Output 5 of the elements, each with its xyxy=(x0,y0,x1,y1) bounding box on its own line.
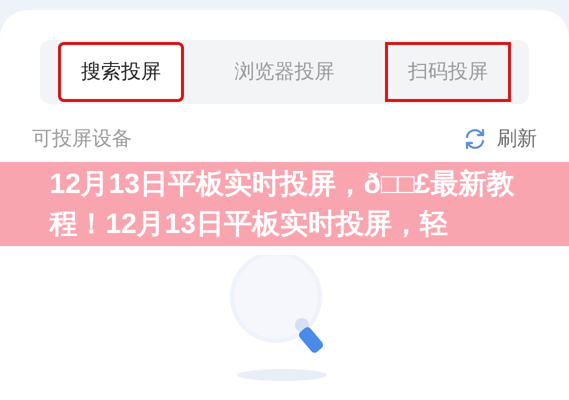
banner-title: 12月13日平板实时投屏，ð□□£最新教程！12月13日平板实时投屏，轻 xyxy=(50,167,516,241)
refresh-icon xyxy=(463,127,487,151)
tab[interactable]: 搜索投屏 xyxy=(58,42,184,102)
refresh-button[interactable]: 刷新 xyxy=(463,124,537,154)
section-title: 可投屏设备 xyxy=(32,127,132,152)
